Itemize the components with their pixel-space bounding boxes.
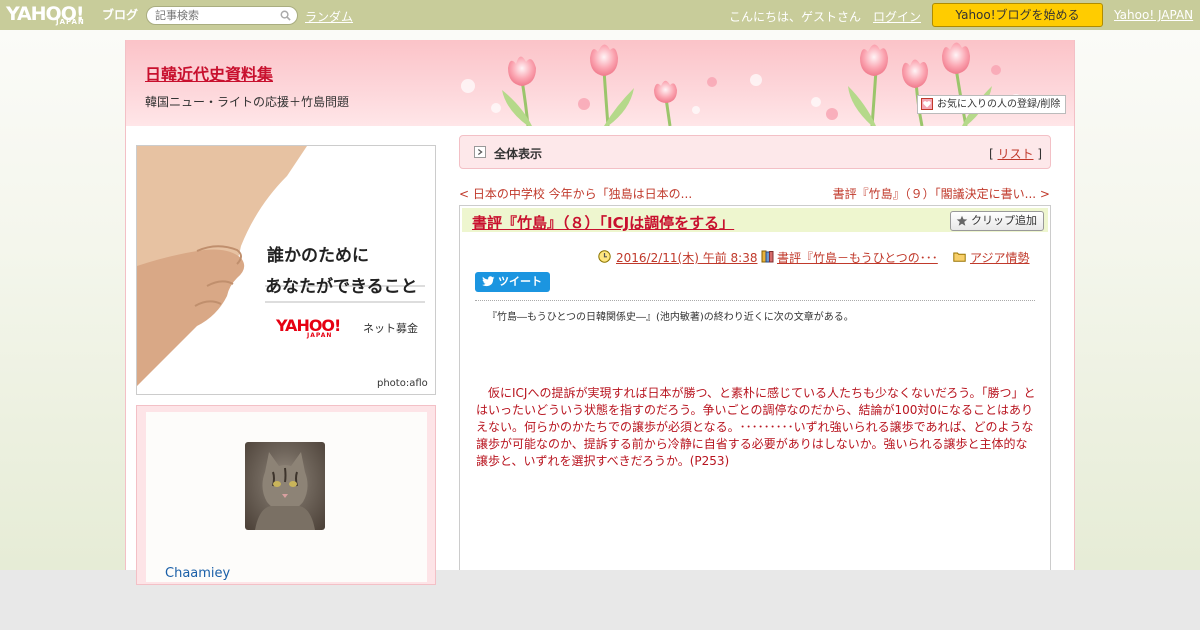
previous-article-link[interactable]: < 日本の中学校 今年から「独島は日本の... [459,185,692,202]
ad-copy-line1: 誰かのために [267,246,369,266]
login-link[interactable]: ログイン [873,8,921,25]
profile-username[interactable]: Chaamiey [165,566,230,581]
article-theme: 書評『竹島－もうひとつの･･･ [761,249,938,266]
tweet-label: ツイート [498,275,542,288]
article-intro: 『竹島―もうひとつの日韓関係史―』(池内敏著)の終わり近くに次の文章がある。 [487,312,854,323]
search-input[interactable] [155,8,275,23]
clip-add-button[interactable]: クリップ追加 [950,211,1044,231]
profile-inner: Chaamiey [146,412,427,582]
arrow-right-icon [474,146,486,158]
article-date-link[interactable]: 2016/2/11(木) 午前 8:38 [616,251,757,265]
ad-photo-credit: photo:aflo [377,378,428,389]
blog-container: 日韓近代史資料集 韓国ニュー・ライトの応援＋竹島問題 お気に入りの人の登録/削除… [125,40,1075,585]
article: 書評『竹島』（８）「ICJは調停をする」 クリップ追加 2016/2/11(木)… [459,205,1051,570]
book-icon [761,250,774,263]
logo-japan-text: JAPAN [56,18,85,26]
twitter-bird-icon [482,276,495,287]
cat-image [255,452,315,530]
start-blog-button[interactable]: Yahoo!ブログを始める [932,3,1103,27]
clip-add-label: クリップ追加 [971,214,1037,227]
greeting-text: こんにちは、ゲストさん [729,10,862,24]
article-title-bar: 書評『竹島』（８）「ICJは調停をする」 クリップ追加 [462,208,1048,232]
next-article-link[interactable]: 書評『竹島』（９）「閣議決定に書い... > [833,185,1050,202]
clock-icon [598,250,611,263]
search-icon[interactable] [280,10,291,21]
yahoo-blog-logo[interactable]: YAHOO! JAPAN ブログ [6,3,142,27]
blog-subtitle: 韓国ニュー・ライトの応援＋竹島問題 [145,95,350,109]
avatar[interactable] [245,442,325,530]
article-theme-link[interactable]: 書評『竹島－もうひとつの･･･ [777,251,938,265]
favorite-button[interactable]: お気に入りの人の登録/削除 [917,95,1066,114]
handshake-image [137,146,435,394]
favorite-button-label: お気に入りの人の登録/削除 [937,99,1061,110]
star-icon [956,215,968,226]
article-category-link[interactable]: アジア情勢 [970,251,1030,265]
article-date: 2016/2/11(木) 午前 8:38 [598,249,757,266]
folder-icon [953,252,966,262]
blog-title[interactable]: 日韓近代史資料集 [145,61,273,85]
search-box [146,6,298,25]
tweet-button[interactable]: ツイート [475,272,550,292]
article-category: アジア情勢 [953,249,1030,266]
dotted-divider [475,300,1035,301]
profile-box: Chaamiey [136,405,436,585]
ad-service-name: ネット募金 [363,322,418,335]
all-view-label: 全体表示 [494,147,543,161]
list-link[interactable]: リスト [997,147,1033,161]
favorite-icon [921,98,933,110]
list-link-wrapper: [ リスト ] [989,145,1042,162]
charity-ad-banner[interactable]: 誰かのために あなたができること YAHOO! JAPAN ネット募金 phot… [136,145,436,395]
ad-copy-line2: あなたができること [265,277,418,297]
logo-blog-text: ブログ [102,8,139,22]
yahoo-japan-link[interactable]: Yahoo! JAPAN [1114,8,1193,22]
ad-yahoo-logo-japan: JAPAN [307,332,333,339]
list-bracket-close: ] [1033,147,1042,161]
article-quote: 仮にICJへの提訴が実現すれば日本が勝つ、と素朴に感じている人たちも少なくないだ… [476,386,1036,468]
all-view-bar: 全体表示 [ リスト ] [459,135,1051,169]
random-link[interactable]: ランダム [305,8,353,25]
top-bar: YAHOO! JAPAN ブログ ランダム こんにちは、ゲストさん ログイン Y… [0,0,1200,30]
article-title[interactable]: 書評『竹島』（８）「ICJは調停をする」 [472,212,734,233]
blog-header: 日韓近代史資料集 韓国ニュー・ライトの応援＋竹島問題 お気に入りの人の登録/削除 [126,40,1074,126]
